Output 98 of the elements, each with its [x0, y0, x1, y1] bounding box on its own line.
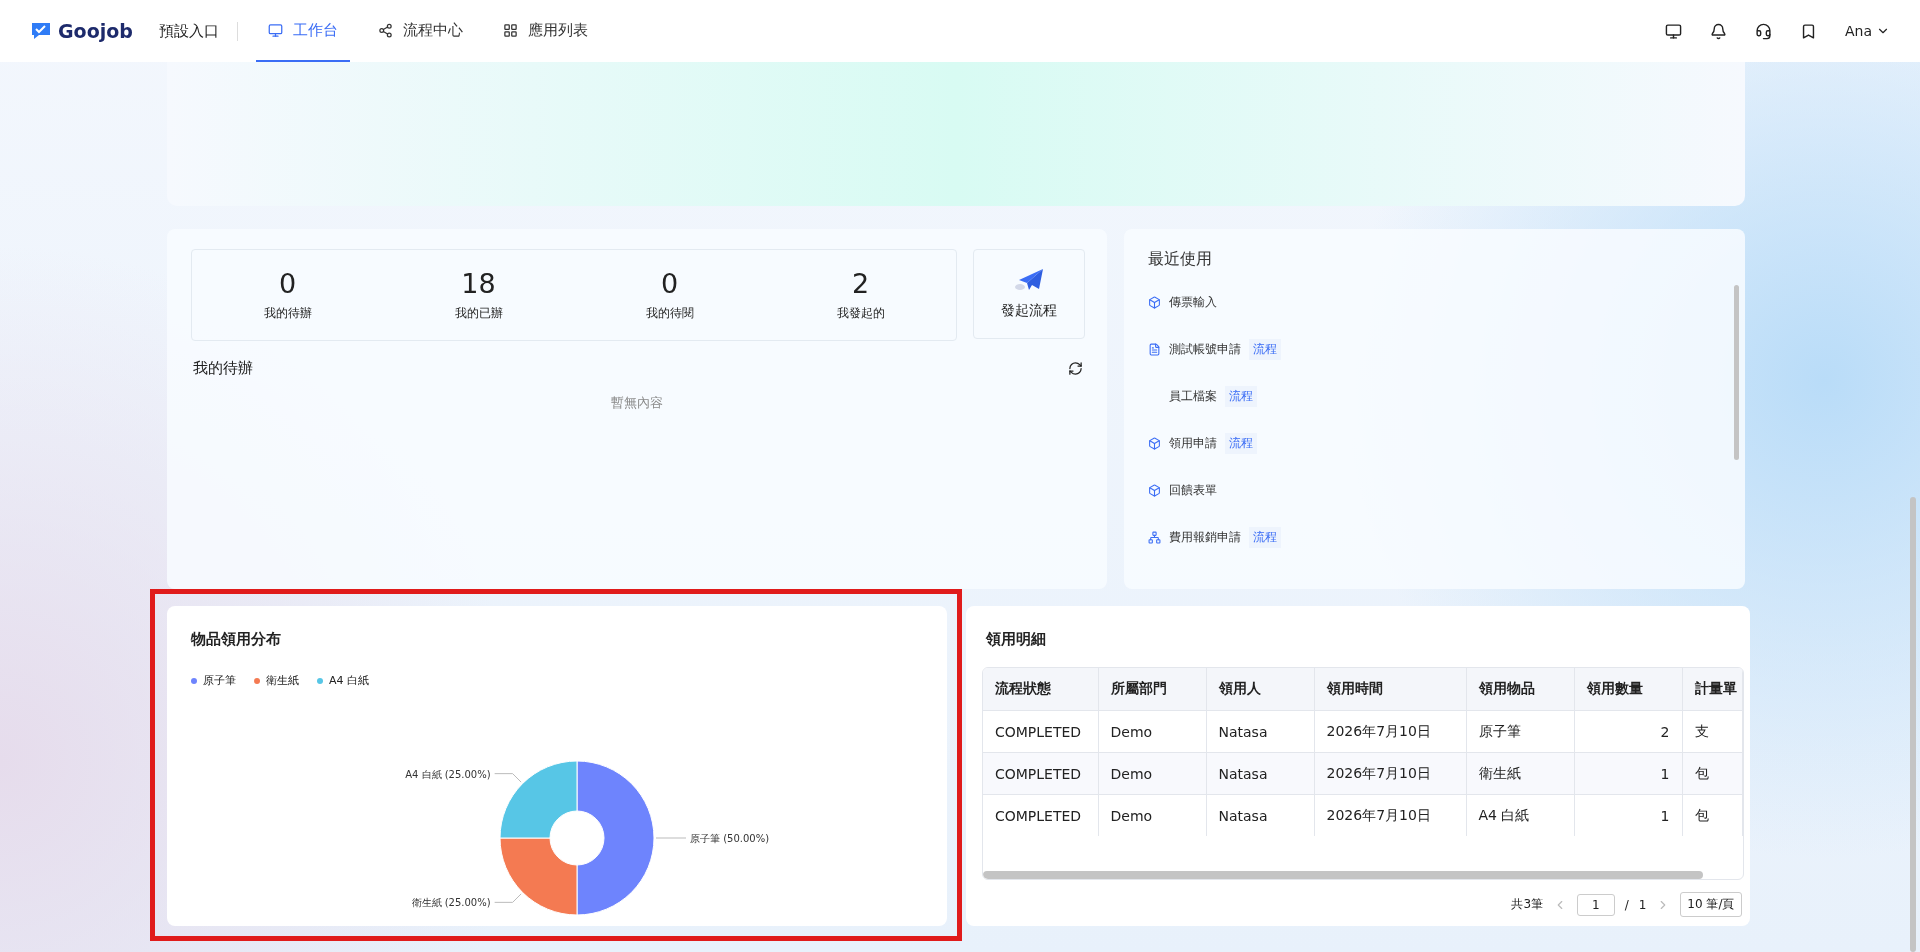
- column-header[interactable]: 領用人: [1206, 668, 1314, 711]
- legend-item[interactable]: 衛生紙: [254, 673, 299, 688]
- brand-name: Goojob: [58, 20, 133, 42]
- slice-label: 原子筆 (50.00%): [690, 833, 770, 844]
- recent-item[interactable]: 領用申請 流程: [1148, 431, 1745, 455]
- notification-icon[interactable]: [1709, 22, 1727, 40]
- legend-item[interactable]: 原子筆: [191, 673, 236, 688]
- legend-dot: [191, 677, 197, 684]
- page-count: 1: [1638, 897, 1647, 912]
- table-cell: Natasa: [1206, 752, 1314, 795]
- item-label: 員工檔案: [1169, 387, 1217, 405]
- recent-item[interactable]: 員工檔案 流程: [1148, 384, 1745, 408]
- table-cell: COMPLETED: [983, 752, 1098, 795]
- column-header[interactable]: 流程狀態: [983, 668, 1098, 711]
- logo-icon: [30, 20, 52, 42]
- table-cell: Natasa: [1206, 794, 1314, 836]
- empty-message: 暫無內容: [610, 394, 664, 412]
- flow-icon: [1148, 530, 1161, 544]
- table-cell: 原子筆: [1466, 710, 1574, 753]
- stat-label: 我的待閱: [645, 305, 694, 322]
- leader-line: [494, 773, 522, 783]
- item-label: 傳票輸入: [1169, 293, 1217, 311]
- recent-item[interactable]: 費用報銷申請 流程: [1148, 525, 1745, 549]
- process-tag: 流程: [1225, 432, 1257, 454]
- page-input[interactable]: 1: [1577, 893, 1615, 916]
- nav-tab[interactable]: 應用列表: [490, 0, 600, 62]
- column-header[interactable]: 領用物品: [1466, 668, 1574, 711]
- table-cell: A4 白紙: [1466, 794, 1574, 836]
- item-label: 費用報銷申請: [1169, 528, 1241, 546]
- table-title: 領用明細: [984, 629, 1047, 649]
- section-title: 我的待辦: [193, 359, 253, 378]
- process-tag: 流程: [1249, 338, 1281, 360]
- scrollbar-thumb[interactable]: [983, 871, 1703, 879]
- monitor-icon[interactable]: [1664, 22, 1682, 40]
- table-cell: Natasa: [1206, 710, 1314, 753]
- nodes-icon: [377, 22, 393, 38]
- scrollbar-thumb[interactable]: [1734, 285, 1739, 460]
- slice-label: 衛生紙 (25.00%): [411, 897, 491, 909]
- brand-logo[interactable]: Goojob: [30, 20, 133, 42]
- item-label: 領用申請: [1169, 434, 1217, 452]
- paper-plane-icon: [1014, 268, 1044, 292]
- stat-value: 0: [278, 268, 297, 299]
- cube-icon: [1148, 295, 1161, 309]
- recent-item[interactable]: 測試帳號申請 流程: [1148, 337, 1745, 361]
- section-title: 最近使用: [1147, 248, 1213, 270]
- table-cell: 1: [1574, 752, 1682, 795]
- stat-label: 我的待辦: [263, 305, 312, 322]
- table-cell: 包: [1682, 794, 1742, 836]
- legend-dot: [317, 677, 323, 684]
- page-separator: /: [1624, 897, 1629, 912]
- table-cell: 1: [1574, 794, 1682, 836]
- stat-value: 18: [461, 268, 496, 299]
- cube-icon: [1148, 436, 1161, 450]
- stat-value: 2: [851, 268, 870, 299]
- chart-title: 物品領用分布: [189, 629, 282, 649]
- scrollbar-thumb[interactable]: [1910, 497, 1916, 952]
- column-header[interactable]: 領用時間: [1314, 668, 1466, 711]
- table-cell: 2026年7月10日: [1314, 710, 1466, 753]
- stat-label: 我的已辦: [454, 305, 503, 322]
- table-cell: 2: [1574, 710, 1682, 753]
- slice-label: A4 白紙 (25.00%): [405, 768, 491, 780]
- table-cell: COMPLETED: [983, 710, 1098, 753]
- leader-line: [494, 893, 522, 903]
- process-tag: 流程: [1225, 385, 1257, 407]
- stat-label: 我發起的: [836, 305, 885, 322]
- total-count: 共3筆: [1511, 896, 1544, 913]
- start-process-button[interactable]: 發起流程: [973, 249, 1085, 339]
- column-header[interactable]: 領用數量: [1574, 668, 1682, 711]
- legend-item[interactable]: A4 白紙: [317, 673, 370, 688]
- item-label: 回饋表單: [1169, 481, 1217, 499]
- headset-icon[interactable]: [1754, 22, 1772, 40]
- table-cell: 包: [1682, 752, 1742, 795]
- leader-line: [655, 837, 687, 839]
- column-header[interactable]: 所屬部門: [1098, 668, 1206, 711]
- form-icon: [1148, 342, 1161, 356]
- nav-tab[interactable]: 流程中心: [365, 0, 475, 62]
- user-menu[interactable]: Ana: [1844, 23, 1890, 39]
- item-label: 測試帳號申請: [1169, 340, 1241, 358]
- table-cell: Demo: [1098, 710, 1206, 753]
- table-cell: Demo: [1098, 794, 1206, 836]
- table-cell: 2026年7月10日: [1314, 752, 1466, 795]
- table-cell: 衛生紙: [1466, 752, 1574, 795]
- table-cell: Demo: [1098, 752, 1206, 795]
- process-tag: 流程: [1249, 526, 1281, 548]
- table-cell: 支: [1682, 710, 1742, 753]
- page-size-select[interactable]: 10 筆/頁: [1680, 892, 1742, 917]
- portal-label[interactable]: 預設入口: [158, 21, 238, 41]
- stat-value: 0: [660, 268, 679, 299]
- grid-icon: [502, 22, 518, 38]
- cube-icon: [1148, 483, 1161, 497]
- recent-item[interactable]: 回饋表單: [1148, 478, 1745, 502]
- recent-item[interactable]: 傳票輸入: [1148, 290, 1745, 314]
- refresh-icon[interactable]: [1068, 361, 1083, 376]
- table-cell: COMPLETED: [983, 794, 1098, 836]
- column-header[interactable]: 計量單: [1682, 668, 1742, 711]
- monitor-icon: [267, 22, 283, 38]
- table-cell: 2026年7月10日: [1314, 794, 1466, 836]
- legend-dot: [254, 677, 260, 684]
